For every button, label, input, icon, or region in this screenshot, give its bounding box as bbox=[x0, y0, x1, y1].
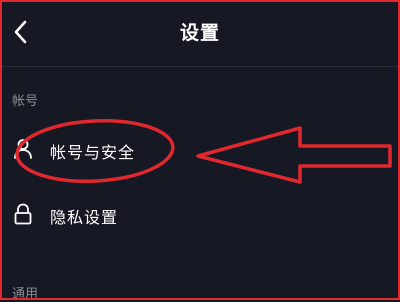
settings-item-label: 隐私设置 bbox=[50, 208, 119, 227]
header-divider bbox=[0, 66, 400, 67]
lock-icon bbox=[12, 202, 34, 226]
section-label-account: 帐号 bbox=[12, 94, 39, 109]
top-bar: 设置 bbox=[0, 0, 400, 64]
settings-item-privacy[interactable]: 隐私设置 bbox=[0, 192, 400, 240]
section-label-general: 通用 bbox=[12, 287, 39, 302]
settings-item-account-security[interactable]: 帐号与安全 bbox=[0, 127, 400, 175]
page-title: 设置 bbox=[179, 22, 220, 44]
settings-item-label: 帐号与安全 bbox=[50, 143, 136, 162]
person-icon bbox=[12, 137, 34, 161]
